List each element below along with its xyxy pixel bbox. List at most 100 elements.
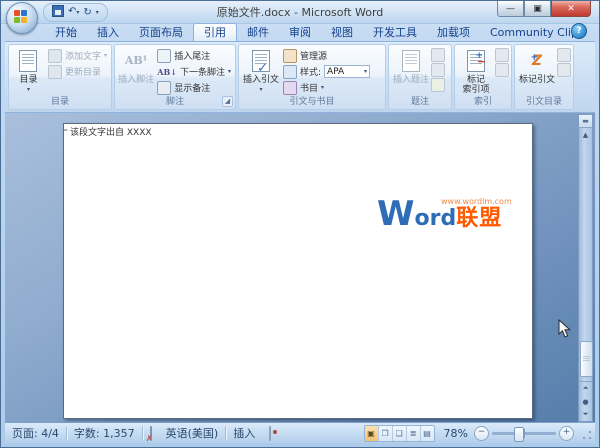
toc-button[interactable]: 目录 ▾ (11, 47, 46, 96)
next-footnote-button[interactable]: AB↓ 下一条脚注 ▾ (155, 64, 233, 79)
chevron-down-icon: ▾ (103, 52, 107, 59)
previous-page-button[interactable]: ⏶ (579, 382, 592, 395)
scroll-up-button[interactable]: ▲ (579, 128, 592, 141)
update-toa-icon[interactable] (557, 63, 571, 77)
proofing-error-icon (149, 425, 152, 441)
insert-mode-indicator[interactable]: 插入 (226, 425, 262, 441)
group-label-citations: 引文与书目 (289, 97, 335, 107)
office-button[interactable] (6, 2, 38, 34)
tab-home[interactable]: 开始 (45, 24, 87, 41)
tab-addins[interactable]: 加载项 (427, 24, 480, 41)
language-indicator[interactable]: 英语(美国) (159, 425, 226, 441)
view-shortcuts: ▣ ❐ ❏ ≣ ▤ (363, 424, 435, 442)
style-icon (283, 64, 297, 79)
cross-reference-icon[interactable] (431, 78, 445, 92)
update-table-icon[interactable] (431, 63, 445, 77)
group-label-toa: 引文目录 (525, 97, 562, 107)
chevron-down-icon: ▾ (227, 68, 231, 75)
status-bar: 页面: 4/4 字数: 1,357 英语(美国) 插入 ▣ ❐ ❏ ≣ ▤ 78… (5, 422, 595, 443)
insert-caption-button[interactable]: 插入题注 (391, 47, 431, 96)
insert-caption-icon (402, 50, 420, 72)
group-label-toc: 目录 (50, 97, 69, 107)
chevron-down-icon: ▾ (259, 86, 263, 93)
word-count[interactable]: 字数: 1,357 (67, 425, 142, 441)
insert-table-of-figures-icon[interactable] (431, 48, 445, 62)
footnotes-dialog-launcher[interactable]: ◢ (222, 96, 233, 107)
update-index-icon[interactable] (495, 63, 509, 77)
mouse-cursor (558, 319, 572, 338)
chevron-down-icon: ▾ (26, 86, 30, 93)
zoom-slider-track[interactable] (492, 426, 556, 442)
tab-mailings[interactable]: 邮件 (237, 24, 279, 41)
toc-icon (19, 50, 38, 72)
tab-view[interactable]: 视图 (321, 24, 363, 41)
select-browse-object-button[interactable]: ● (579, 395, 592, 408)
proofing-status[interactable] (143, 425, 159, 441)
word-window: ↶▾ ↻ ▾ 原始文件.docx - Microsoft Word — ▣ ✕ … (0, 0, 600, 448)
group-table-of-contents: 目录 ▾ 添加文字 ▾ 更新目录 目录 (8, 44, 112, 110)
outline-view-button[interactable]: ≣ (406, 425, 421, 441)
close-button[interactable]: ✕ (551, 1, 591, 17)
wordlm-watermark: www.wordlm.com Word联盟 (377, 197, 512, 232)
group-label-index: 索引 (473, 97, 492, 107)
tab-developer[interactable]: 开发工具 (363, 24, 427, 41)
mark-entry-button[interactable]: − + 标记 索引项 (457, 47, 495, 96)
next-page-button[interactable]: ⏷ (579, 408, 592, 421)
bibliography-icon (283, 80, 297, 95)
help-button[interactable]: ? (571, 23, 587, 39)
add-text-button[interactable]: 添加文字 ▾ (46, 48, 109, 63)
paragraph-text[interactable]: = 该段文字出自 XXXX (63, 125, 152, 138)
tab-review[interactable]: 审阅 (279, 24, 321, 41)
add-text-icon (47, 48, 62, 63)
update-toc-icon (47, 64, 62, 79)
insert-toa-icon[interactable] (557, 48, 571, 62)
restore-button[interactable]: ▣ (524, 1, 551, 17)
browse-object-buttons: ⏶ ● ⏷ (579, 381, 592, 421)
full-screen-reading-view-button[interactable]: ❐ (378, 425, 393, 441)
insert-footnote-button[interactable]: AB¹ 插入脚注 (117, 47, 155, 96)
mark-citation-button[interactable]: Z + 标记引文 (517, 47, 557, 96)
vertical-scrollbar[interactable]: ▬ ▲ ▼ ⏶ ● ⏷ (578, 114, 593, 422)
show-notes-button[interactable]: 显示备注 (155, 80, 233, 95)
insert-index-icon[interactable] (495, 48, 509, 62)
group-index: − + 标记 索引项 索引 (454, 44, 512, 110)
document-page[interactable] (63, 123, 533, 419)
macro-record-button[interactable] (262, 425, 278, 441)
print-layout-view-button[interactable]: ▣ (364, 425, 379, 441)
web-layout-view-button[interactable]: ❏ (392, 425, 407, 441)
tab-page-layout[interactable]: 页面布局 (129, 24, 193, 41)
group-table-of-authorities: Z + 标记引文 引文目录 (514, 44, 574, 110)
office-logo-icon (14, 10, 28, 24)
zoom-level[interactable]: 78% (441, 427, 471, 440)
insert-endnote-button[interactable]: 插入尾注 (155, 48, 233, 63)
title-bar: ↶▾ ↻ ▾ 原始文件.docx - Microsoft Word — ▣ ✕ (1, 1, 599, 34)
citation-style-select[interactable]: APA ▾ (324, 65, 371, 78)
ribbon-tab-row: 开始 插入 页面布局 引用 邮件 审阅 视图 开发工具 加载项 Communit… (5, 23, 595, 41)
zoom-out-button[interactable]: − (474, 425, 489, 441)
minimize-button[interactable]: — (497, 1, 524, 17)
zoom-slider-thumb[interactable] (514, 426, 524, 442)
ruler-toggle-button[interactable]: ▬ (579, 115, 592, 128)
insert-citation-button[interactable]: ✓ 插入引文 ▾ (241, 47, 281, 96)
zoom-in-button[interactable]: + (559, 425, 574, 441)
macro-record-icon (269, 425, 272, 441)
scrollbar-track[interactable] (579, 141, 593, 377)
draft-view-button[interactable]: ▤ (420, 425, 434, 441)
group-citations: ✓ 插入引文 ▾ 管理源 样式: APA ▾ 书目 ▾ 引文与书目 (238, 44, 386, 110)
update-toc-button[interactable]: 更新目录 (46, 64, 109, 79)
group-footnotes: AB¹ 插入脚注 插入尾注 AB↓ 下一条脚注 ▾ 显示备注 脚注 ◢ (114, 44, 236, 110)
chevron-down-icon: ▾ (364, 68, 368, 75)
tab-references[interactable]: 引用 (193, 23, 237, 41)
resize-grip[interactable] (581, 429, 593, 441)
watermark-word-w: W (377, 194, 415, 234)
ribbon: 目录 ▾ 添加文字 ▾ 更新目录 目录 AB¹ 插入脚注 插入尾注 AB↓ 下一… (5, 41, 595, 113)
show-notes-icon (157, 80, 172, 95)
group-captions: 插入题注 题注 (388, 44, 452, 110)
window-controls: — ▣ ✕ (497, 1, 591, 17)
page-indicator[interactable]: 页面: 4/4 (5, 425, 66, 441)
bibliography-button[interactable]: 书目 ▾ (281, 80, 372, 95)
scrollbar-thumb[interactable] (580, 341, 593, 377)
chevron-down-icon: ▾ (321, 84, 325, 91)
tab-insert[interactable]: 插入 (87, 24, 129, 41)
manage-sources-button[interactable]: 管理源 (281, 48, 372, 63)
